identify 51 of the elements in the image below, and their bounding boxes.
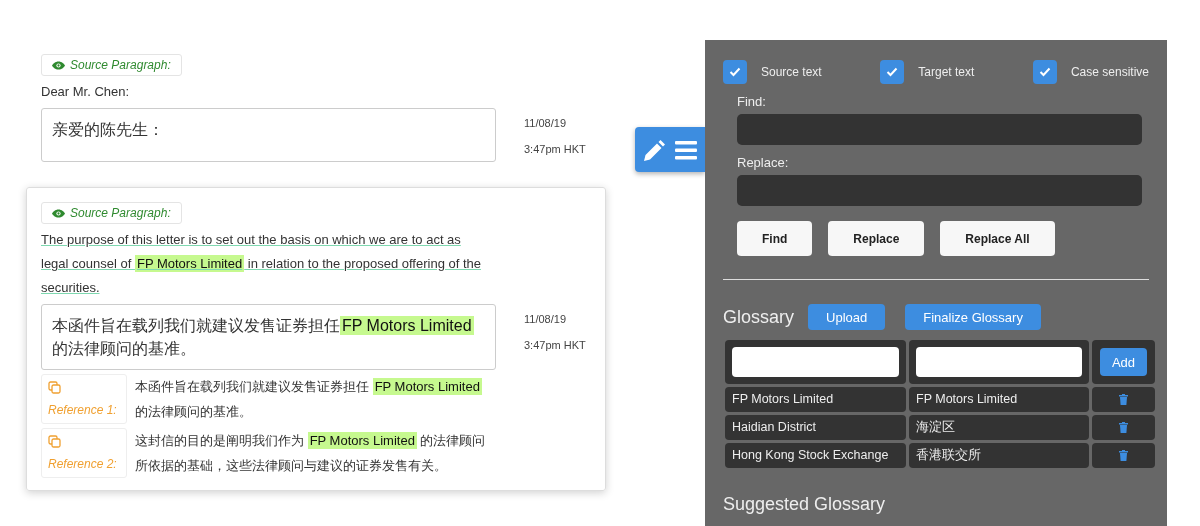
table-cell: Hong Kong Stock Exchange: [725, 443, 906, 468]
option-label: Case sensitive: [1070, 65, 1149, 79]
copy-icon: [48, 381, 61, 394]
source-text: The purpose of this letter is to set out the basis on which we are to act as legal counsel of FP Motors Limited in relation to the proposed offering of the securities.: [41, 231, 482, 297]
time-text: 3:47pm HKT: [524, 142, 586, 157]
option-label: Target text: [918, 65, 975, 79]
finalize-glossary-button[interactable]: Finalize Glossary: [905, 304, 1041, 330]
checkbox[interactable]: [1032, 60, 1057, 84]
checkbox[interactable]: [723, 60, 747, 84]
trash-icon[interactable]: [1119, 422, 1128, 433]
reference-text: 本函件旨在载列我们就建议发售证券担任 FP Motors Limited 的法律顾问的基准。: [135, 377, 483, 421]
suggested-glossary-heading: Suggested Glossary: [723, 494, 887, 515]
pencil-icon: [643, 137, 667, 162]
checkmark-icon: [886, 67, 899, 77]
add-button[interactable]: Add: [1099, 348, 1148, 376]
table-cell: 香港联交所: [909, 443, 1089, 468]
upload-button[interactable]: Upload: [808, 304, 886, 330]
translation-field[interactable]: 本函件旨在载列我们就建议发售证券担任FP Motors Limited 的法律顾问的基准。: [41, 304, 496, 370]
source-term-field[interactable]: [732, 347, 899, 377]
eye-icon: [52, 208, 65, 218]
checkmark-icon: [1038, 67, 1051, 77]
replace-label: Replace:: [737, 155, 790, 170]
source-paragraph-label[interactable]: Source Paragraph:: [41, 202, 182, 224]
translation-field[interactable]: 亲爱的陈先生：: [41, 108, 496, 162]
find-field[interactable]: [737, 114, 1142, 145]
source-paragraph-label[interactable]: Source Paragraph:: [41, 54, 182, 76]
trash-icon[interactable]: [1119, 394, 1128, 405]
reference-text: 这封信的目的是阐明我们作为 FP Motors Limited 的法律顾问所依据的基础，这些法律顾问与建议的证券发售有关。: [135, 431, 487, 475]
checkbox[interactable]: [880, 60, 905, 84]
date-text: 11/08/19: [524, 312, 567, 327]
action-button[interactable]: Replace: [828, 221, 925, 256]
checkmark-icon: [729, 67, 741, 77]
action-button[interactable]: Find: [737, 221, 813, 256]
trash-icon[interactable]: [1119, 450, 1128, 461]
time-text: 3:47pm HKT: [524, 338, 586, 353]
action-button[interactable]: Replace All: [940, 221, 1055, 256]
copy-icon: [48, 435, 61, 448]
eye-icon: [52, 60, 65, 70]
glossary-heading: Glossary: [723, 306, 794, 328]
target-term-field[interactable]: [916, 347, 1082, 377]
date-text: 11/08/19: [524, 116, 567, 131]
table-cell: Haidian District: [725, 415, 906, 440]
source-text: Dear Mr. Chen:: [41, 83, 131, 101]
table-cell: FP Motors Limited: [909, 387, 1089, 412]
menu-icon: [675, 139, 697, 160]
table-cell: FP Motors Limited: [725, 387, 906, 412]
replace-field[interactable]: [737, 175, 1142, 206]
table-cell: 海淀区: [909, 415, 1089, 440]
edit-menu-button[interactable]: [635, 127, 705, 172]
option-label: Source text: [761, 65, 822, 79]
find-label: Find:: [737, 94, 767, 109]
